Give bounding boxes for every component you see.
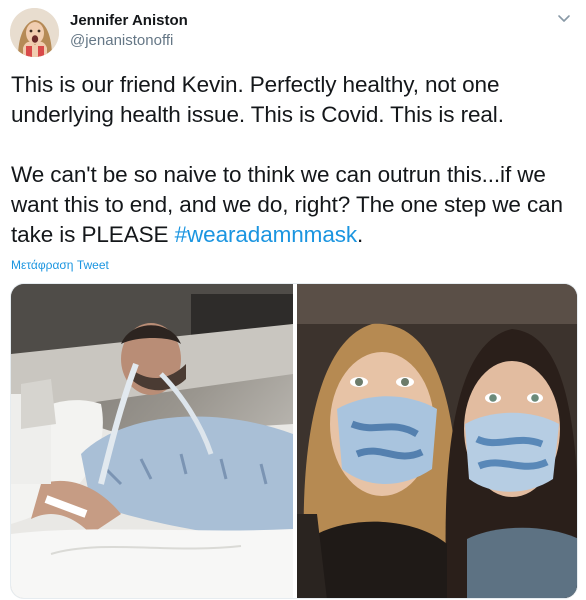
tweet-paragraph-2: We can't be so naive to think we can out… (11, 160, 579, 250)
author-avatar[interactable] (10, 8, 59, 57)
tweet-paragraph-1: This is our friend Kevin. Perfectly heal… (11, 72, 504, 127)
tweet-paragraph-2-end: . (357, 222, 364, 247)
author-name[interactable]: Jennifer Aniston (70, 12, 188, 29)
masked-selfie-photo[interactable] (297, 284, 577, 598)
tweet-media (10, 283, 578, 599)
hospital-photo[interactable] (11, 284, 293, 598)
hashtag-link[interactable]: #wearadamnmask (175, 222, 358, 247)
author-handle[interactable]: @jenanistonoffi (70, 32, 173, 49)
tweet-text: This is our friend Kevin. Perfectly heal… (11, 70, 579, 250)
tweet-card: Jennifer Aniston @jenanistonoffi This is… (0, 0, 586, 600)
chevron-down-icon[interactable] (556, 10, 572, 26)
avatar-photo (10, 8, 59, 57)
translate-tweet-link[interactable]: Μετάφραση Tweet (11, 258, 109, 272)
